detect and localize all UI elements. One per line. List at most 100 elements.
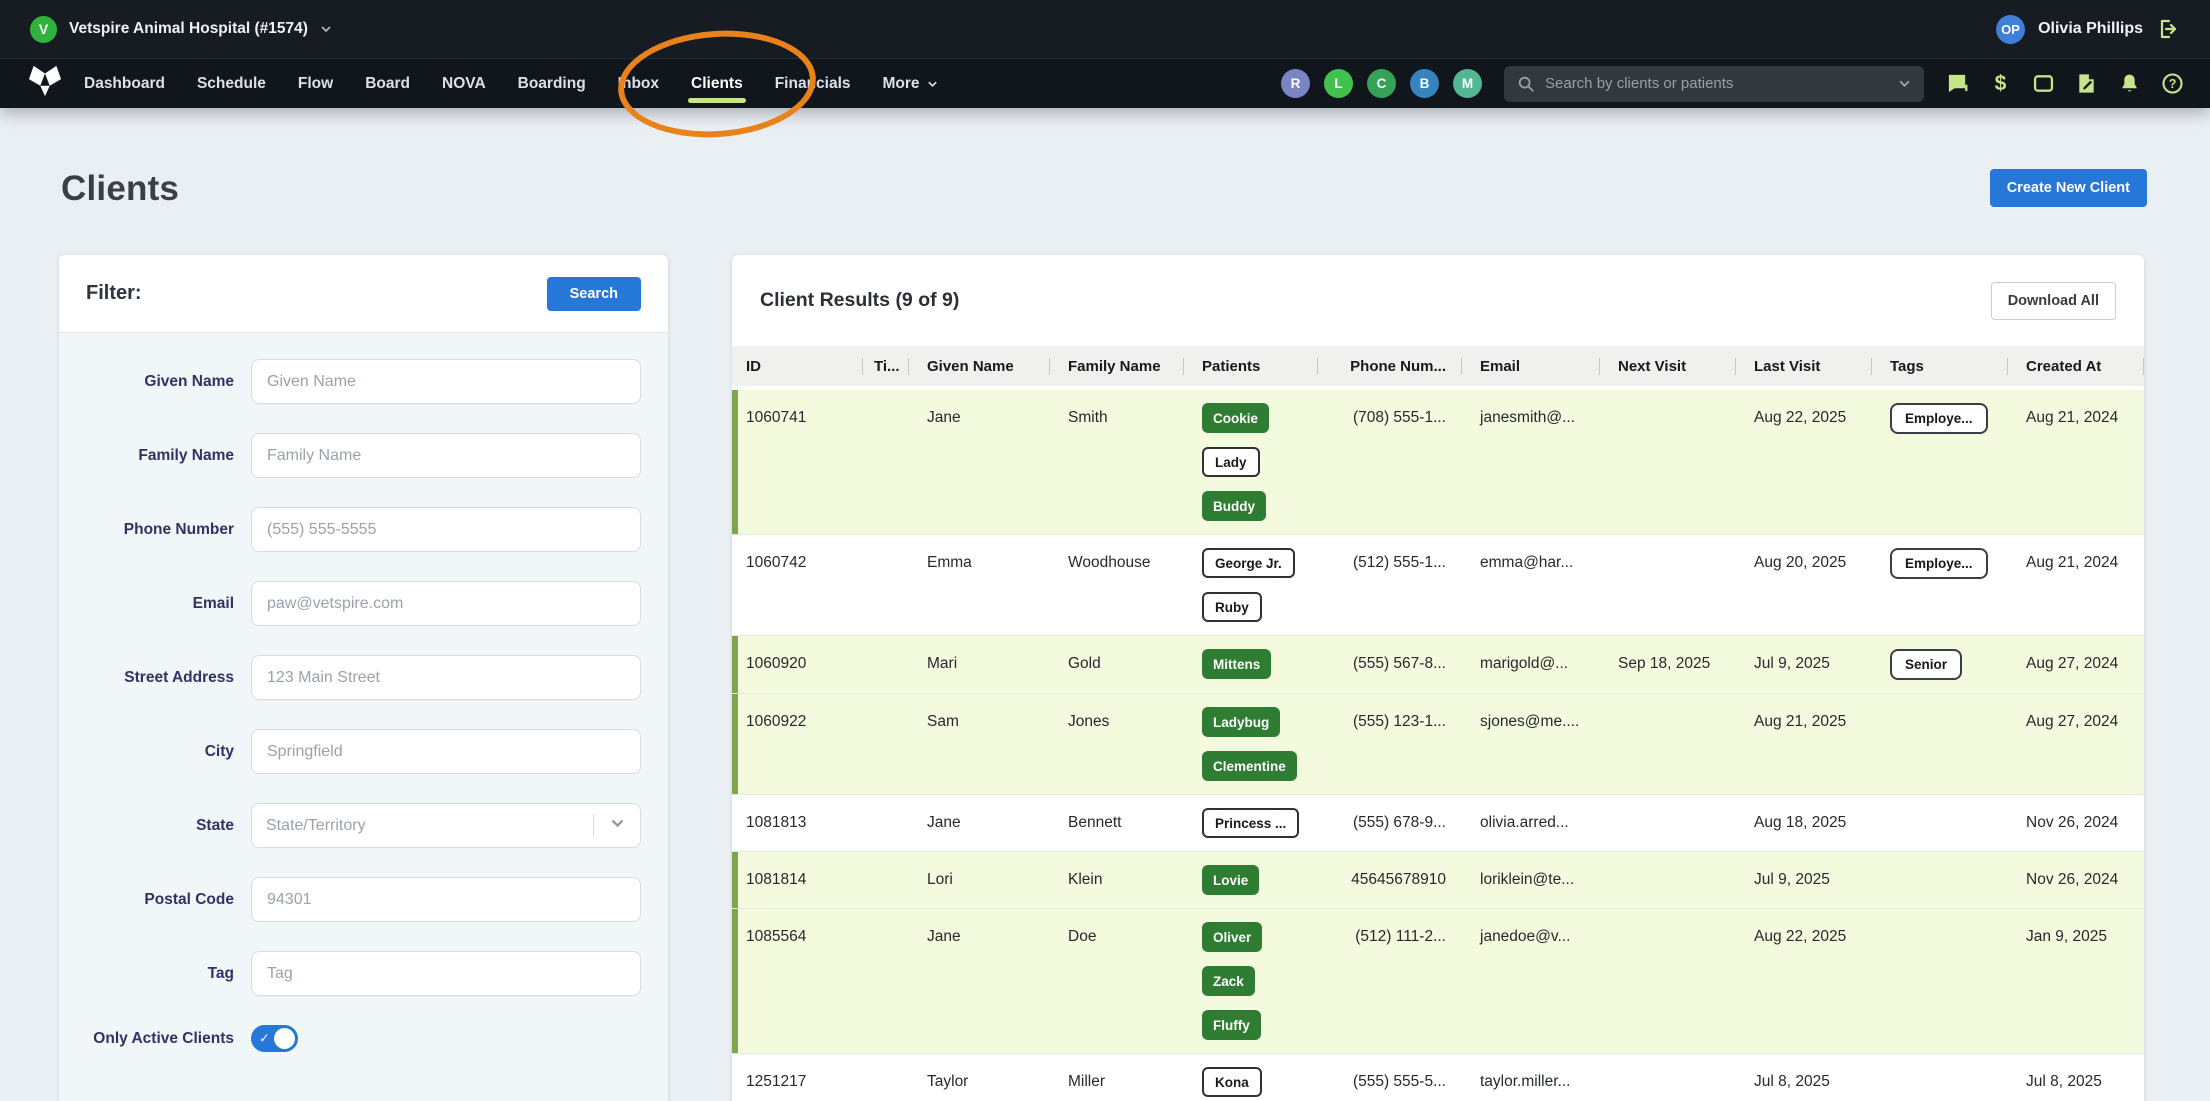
document-edit-icon[interactable] [2075, 72, 2098, 95]
column-header-next-visit[interactable]: Next Visit [1600, 358, 1736, 375]
download-all-button[interactable]: Download All [1991, 282, 2116, 320]
tag-badge[interactable]: Senior [1890, 649, 1962, 680]
table-row[interactable]: 1060920MariGoldMittens(555) 567-8...mari… [732, 636, 2144, 694]
filter-search-button[interactable]: Search [547, 277, 641, 311]
messages-icon[interactable] [1946, 72, 1969, 95]
column-header-phone-num[interactable]: Phone Num... [1318, 358, 1462, 375]
table-row[interactable]: 1060741JaneSmithCookieLadyBuddy(708) 555… [732, 390, 2144, 535]
filter-row-tag: Tag [59, 951, 641, 996]
nav-item-more[interactable]: More [867, 59, 954, 109]
nav-item-flow[interactable]: Flow [282, 59, 349, 109]
cell-email: janedoe@v... [1462, 909, 1600, 1053]
table-row[interactable]: 1060742EmmaWoodhouseGeorge Jr.Ruby(512) … [732, 535, 2144, 636]
help-icon[interactable]: ? [2161, 72, 2184, 95]
patient-badge[interactable]: Clementine [1202, 751, 1297, 781]
patient-badge[interactable]: Cookie [1202, 403, 1269, 433]
notifications-bell-icon[interactable] [2118, 72, 2141, 95]
cell-next-visit [1600, 909, 1736, 1053]
patient-badge[interactable]: Zack [1202, 966, 1255, 996]
cell-created-at: Jan 9, 2025 [2008, 909, 2144, 1053]
nav-item-nova[interactable]: NOVA [426, 59, 502, 109]
chevron-down-icon[interactable] [1898, 79, 1911, 88]
column-header-given-name[interactable]: Given Name [909, 358, 1050, 375]
nav-item-boarding[interactable]: Boarding [502, 59, 602, 109]
patient-badge[interactable]: Kona [1202, 1067, 1262, 1097]
staff-avatar-r[interactable]: R [1281, 69, 1310, 98]
table-row[interactable]: 1085564JaneDoeOliverZackFluffy(512) 111-… [732, 909, 2144, 1054]
inbox-icon[interactable] [2032, 72, 2055, 95]
column-header-tags[interactable]: Tags [1872, 358, 2008, 375]
staff-avatar-c[interactable]: C [1367, 69, 1396, 98]
nav-item-board[interactable]: Board [349, 59, 426, 109]
cell-title [863, 535, 909, 635]
patient-badge[interactable]: Buddy [1202, 491, 1266, 521]
user-avatar[interactable]: OP [1996, 15, 2025, 44]
patient-badge[interactable]: Ladybug [1202, 707, 1280, 737]
filter-input-postal-code[interactable] [251, 877, 641, 922]
nav-item-dashboard[interactable]: Dashboard [68, 59, 181, 109]
logout-icon[interactable] [2156, 17, 2180, 41]
column-header-id[interactable]: ID [732, 358, 863, 375]
search-input[interactable] [1545, 75, 1888, 92]
patient-badge[interactable]: Princess ... [1202, 808, 1299, 838]
column-header-email[interactable]: Email [1462, 358, 1600, 375]
patient-badge[interactable]: Mittens [1202, 649, 1271, 679]
patient-badge[interactable]: Ruby [1202, 592, 1262, 622]
filter-input-family-name[interactable] [251, 433, 641, 478]
only-active-clients-toggle[interactable]: ✓ [251, 1025, 298, 1052]
filter-label-given-name: Given Name [59, 371, 234, 393]
cell-next-visit [1600, 1054, 1736, 1101]
table-row[interactable]: 1060922SamJonesLadybugClementine(555) 12… [732, 694, 2144, 795]
cell-family-name: Bennett [1050, 795, 1184, 851]
patient-badge[interactable]: George Jr. [1202, 548, 1295, 578]
staff-avatar-b[interactable]: B [1410, 69, 1439, 98]
table-row[interactable]: 1081813JaneBennettPrincess ...(555) 678-… [732, 795, 2144, 852]
create-new-client-button[interactable]: Create New Client [1990, 169, 2147, 207]
patient-badge[interactable]: Fluffy [1202, 1010, 1261, 1040]
cell-given-name: Sam [909, 694, 1050, 794]
cell-last-visit: Jul 9, 2025 [1736, 636, 1872, 693]
staff-avatar-l[interactable]: L [1324, 69, 1353, 98]
filter-input-email[interactable] [251, 581, 641, 626]
staff-avatar-m[interactable]: M [1453, 69, 1482, 98]
column-header-ti[interactable]: Ti... [863, 358, 909, 375]
select-placeholder: State/Territory [266, 817, 366, 835]
cell-phone: (512) 555-1... [1318, 535, 1462, 635]
org-switcher[interactable]: V Vetspire Animal Hospital (#1574) [30, 16, 332, 43]
billing-icon[interactable]: $ [1989, 72, 2012, 95]
column-header-patients[interactable]: Patients [1184, 358, 1318, 375]
chevron-down-icon [927, 80, 938, 88]
vetspire-logo-icon[interactable] [26, 64, 64, 103]
cell-email: marigold@... [1462, 636, 1600, 693]
global-search[interactable] [1504, 66, 1924, 102]
patient-badge[interactable]: Oliver [1202, 922, 1262, 952]
table-row[interactable]: 1251217TaylorMillerKona(555) 555-5...tay… [732, 1054, 2144, 1101]
cell-next-visit [1600, 795, 1736, 851]
cell-title [863, 694, 909, 794]
nav-item-schedule[interactable]: Schedule [181, 59, 282, 109]
filter-fields: Given NameFamily NamePhone NumberEmailSt… [59, 359, 641, 996]
nav-item-clients[interactable]: Clients [675, 59, 759, 109]
column-header-last-visit[interactable]: Last Visit [1736, 358, 1872, 375]
filter-input-phone-number[interactable] [251, 507, 641, 552]
filter-input-city[interactable] [251, 729, 641, 774]
filter-input-tag[interactable] [251, 951, 641, 996]
cell-family-name: Woodhouse [1050, 535, 1184, 635]
tag-badge[interactable]: Employe... [1890, 548, 1988, 579]
filter-label-phone-number: Phone Number [59, 519, 234, 541]
cell-patients: Ladybug Clementine [1184, 694, 1318, 794]
tag-badge[interactable]: Employe... [1890, 403, 1988, 434]
filter-input-given-name[interactable] [251, 359, 641, 404]
cell-email: sjones@me.... [1462, 694, 1600, 794]
svg-text:?: ? [2169, 77, 2177, 91]
column-header-created-at[interactable]: Created At [2008, 358, 2144, 375]
filter-input-street-address[interactable] [251, 655, 641, 700]
patient-badge[interactable]: Lovie [1202, 865, 1259, 895]
nav-item-inbox[interactable]: Inbox [602, 59, 675, 109]
table-row[interactable]: 1081814LoriKleinLovie45645678910loriklei… [732, 852, 2144, 909]
cell-patients: Kona [1184, 1054, 1318, 1101]
filter-select-state[interactable]: State/Territory [251, 803, 641, 848]
nav-item-financials[interactable]: Financials [759, 59, 867, 109]
patient-badge[interactable]: Lady [1202, 447, 1260, 477]
column-header-family-name[interactable]: Family Name [1050, 358, 1184, 375]
